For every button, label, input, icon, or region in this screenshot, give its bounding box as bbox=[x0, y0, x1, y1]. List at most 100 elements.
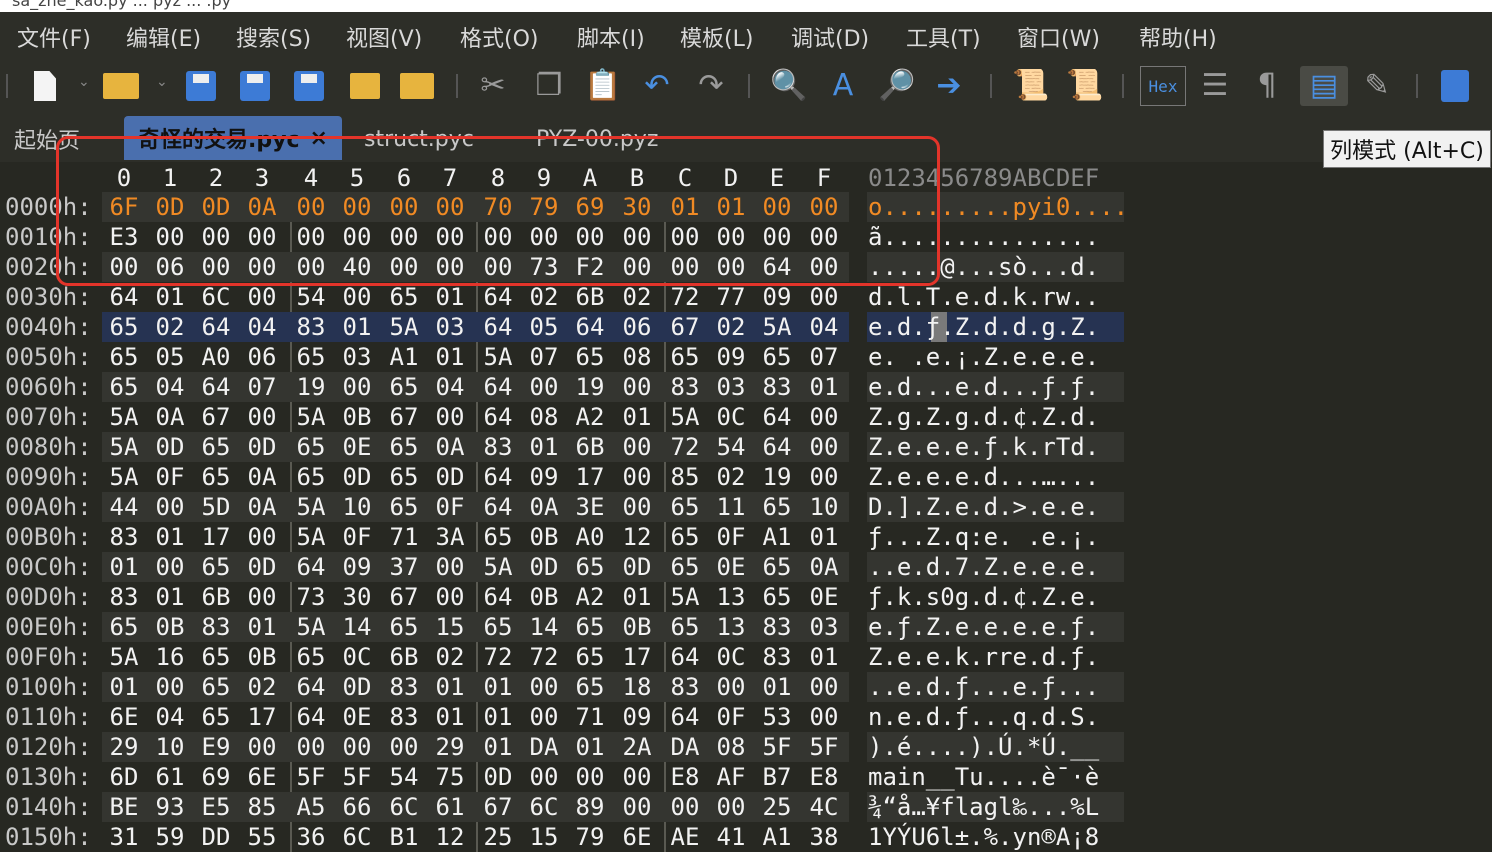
save-all-button[interactable] bbox=[288, 66, 330, 106]
hex-byte[interactable]: E8 bbox=[665, 762, 705, 792]
hex-byte[interactable]: 00 bbox=[804, 402, 844, 432]
hex-byte[interactable]: 2A bbox=[617, 732, 657, 762]
hex-byte[interactable]: 64 bbox=[478, 312, 518, 342]
hex-byte[interactable]: 85 bbox=[242, 792, 282, 822]
hex-byte[interactable]: 67 bbox=[665, 312, 705, 342]
hex-byte[interactable]: 00 bbox=[337, 372, 377, 402]
hex-byte[interactable]: 6B bbox=[570, 432, 610, 462]
hex-byte[interactable]: 5F bbox=[757, 732, 797, 762]
hex-byte[interactable]: DA bbox=[665, 732, 705, 762]
hex-byte[interactable]: 01 bbox=[617, 582, 657, 612]
hex-byte[interactable]: 64 bbox=[291, 702, 331, 732]
hex-byte[interactable]: 3A bbox=[430, 522, 470, 552]
hex-byte[interactable]: 65 bbox=[104, 312, 144, 342]
hex-byte[interactable]: 5A bbox=[104, 642, 144, 672]
hex-byte[interactable]: 01 bbox=[430, 672, 470, 702]
hex-byte[interactable]: 00 bbox=[242, 282, 282, 312]
show-whitespace-button[interactable]: ¶ bbox=[1246, 66, 1288, 106]
hex-byte[interactable]: 00 bbox=[617, 792, 657, 822]
hex-byte[interactable]: 0F bbox=[430, 492, 470, 522]
find-button[interactable]: 🔍 bbox=[768, 66, 810, 106]
hex-byte[interactable]: 01 bbox=[804, 522, 844, 552]
hex-byte[interactable]: 83 bbox=[384, 702, 424, 732]
hex-byte[interactable]: E5 bbox=[196, 792, 236, 822]
hex-byte[interactable]: 00 bbox=[617, 762, 657, 792]
cut-button[interactable]: ✂ bbox=[472, 66, 514, 106]
hex-byte[interactable]: 83 bbox=[757, 372, 797, 402]
hex-byte[interactable]: 17 bbox=[617, 642, 657, 672]
hex-byte[interactable]: 64 bbox=[757, 432, 797, 462]
hex-byte[interactable]: 0A bbox=[804, 552, 844, 582]
hex-byte[interactable]: 02 bbox=[242, 672, 282, 702]
save-button[interactable] bbox=[180, 66, 222, 106]
hex-byte[interactable]: 65 bbox=[291, 432, 331, 462]
ascii-text[interactable]: e.ƒ.Z.e.e.e.e.ƒ. bbox=[868, 612, 1099, 642]
hex-byte[interactable]: 01 bbox=[104, 672, 144, 702]
menu-view[interactable]: 视图(V) bbox=[346, 21, 422, 53]
menu-format[interactable]: 格式(O) bbox=[460, 21, 538, 53]
hex-byte[interactable]: 01 bbox=[430, 282, 470, 312]
hex-byte[interactable]: 0E bbox=[337, 432, 377, 462]
hex-byte[interactable]: 02 bbox=[430, 642, 470, 672]
hex-byte[interactable]: 00 bbox=[570, 762, 610, 792]
hex-byte[interactable]: 0D bbox=[478, 762, 518, 792]
hex-byte[interactable]: 65 bbox=[570, 612, 610, 642]
hex-byte[interactable]: 09 bbox=[757, 282, 797, 312]
hex-byte[interactable]: 00 bbox=[804, 432, 844, 462]
hex-byte[interactable]: 01 bbox=[757, 672, 797, 702]
hex-byte[interactable]: 0B bbox=[337, 402, 377, 432]
open-file-button[interactable] bbox=[100, 66, 142, 106]
hex-byte[interactable]: 08 bbox=[524, 402, 564, 432]
hex-byte[interactable]: 00 bbox=[242, 402, 282, 432]
hex-byte[interactable]: 64 bbox=[196, 312, 236, 342]
hex-byte[interactable]: B1 bbox=[384, 822, 424, 852]
hex-byte[interactable]: 36 bbox=[291, 822, 331, 852]
hex-byte[interactable]: 09 bbox=[711, 342, 751, 372]
hex-byte[interactable]: 05 bbox=[150, 342, 190, 372]
hex-byte[interactable]: 0D bbox=[337, 672, 377, 702]
hex-byte[interactable]: 03 bbox=[804, 612, 844, 642]
ascii-text[interactable]: Z.e.e.k.rre.d.ƒ. bbox=[868, 642, 1099, 672]
hex-byte[interactable]: 0C bbox=[711, 402, 751, 432]
hex-byte[interactable]: 09 bbox=[337, 552, 377, 582]
ascii-text[interactable]: Z.g.Z.g.d.¢.Z.d. bbox=[868, 402, 1099, 432]
hex-byte[interactable]: 00 bbox=[617, 462, 657, 492]
hex-byte[interactable]: 64 bbox=[665, 642, 705, 672]
hex-byte[interactable]: 65 bbox=[291, 642, 331, 672]
hex-byte[interactable]: 64 bbox=[570, 312, 610, 342]
hex-byte[interactable]: 65 bbox=[196, 672, 236, 702]
hex-byte[interactable]: 02 bbox=[711, 312, 751, 342]
hex-byte[interactable]: 64 bbox=[291, 672, 331, 702]
hex-byte[interactable]: 0B bbox=[524, 582, 564, 612]
hex-byte[interactable]: 0E bbox=[711, 552, 751, 582]
hex-byte[interactable]: 83 bbox=[104, 522, 144, 552]
ascii-text[interactable]: ).é....).Ú.*Ú.__ bbox=[868, 732, 1099, 762]
hex-byte[interactable]: A1 bbox=[384, 342, 424, 372]
hex-byte[interactable]: 72 bbox=[665, 432, 705, 462]
hex-byte[interactable]: 55 bbox=[242, 822, 282, 852]
hex-byte[interactable]: 17 bbox=[570, 462, 610, 492]
hex-byte[interactable]: 6E bbox=[617, 822, 657, 852]
hex-byte[interactable]: 83 bbox=[665, 672, 705, 702]
hex-byte[interactable]: 19 bbox=[570, 372, 610, 402]
replace-button[interactable]: A bbox=[822, 66, 864, 106]
hex-byte[interactable]: 67 bbox=[384, 402, 424, 432]
hex-byte[interactable]: 25 bbox=[478, 822, 518, 852]
hex-byte[interactable]: 54 bbox=[711, 432, 751, 462]
hex-byte[interactable]: 53 bbox=[757, 702, 797, 732]
hex-byte[interactable]: 09 bbox=[524, 462, 564, 492]
hex-byte[interactable]: 83 bbox=[478, 432, 518, 462]
hex-byte[interactable]: 0A bbox=[430, 432, 470, 462]
hex-byte[interactable]: 93 bbox=[150, 792, 190, 822]
hex-byte[interactable]: 6D bbox=[104, 762, 144, 792]
open-recent-button[interactable] bbox=[396, 66, 438, 106]
ascii-text[interactable]: main__Tu....è¯·è bbox=[868, 762, 1099, 792]
hex-byte[interactable]: 00 bbox=[804, 672, 844, 702]
hex-byte[interactable]: A2 bbox=[570, 582, 610, 612]
find-in-files-button[interactable]: 🔎 bbox=[876, 66, 918, 106]
hex-byte[interactable]: 08 bbox=[617, 342, 657, 372]
hex-byte[interactable]: 65 bbox=[196, 642, 236, 672]
hex-byte[interactable]: 0E bbox=[804, 582, 844, 612]
hex-byte[interactable]: 06 bbox=[617, 312, 657, 342]
hex-byte[interactable]: 00 bbox=[242, 732, 282, 762]
